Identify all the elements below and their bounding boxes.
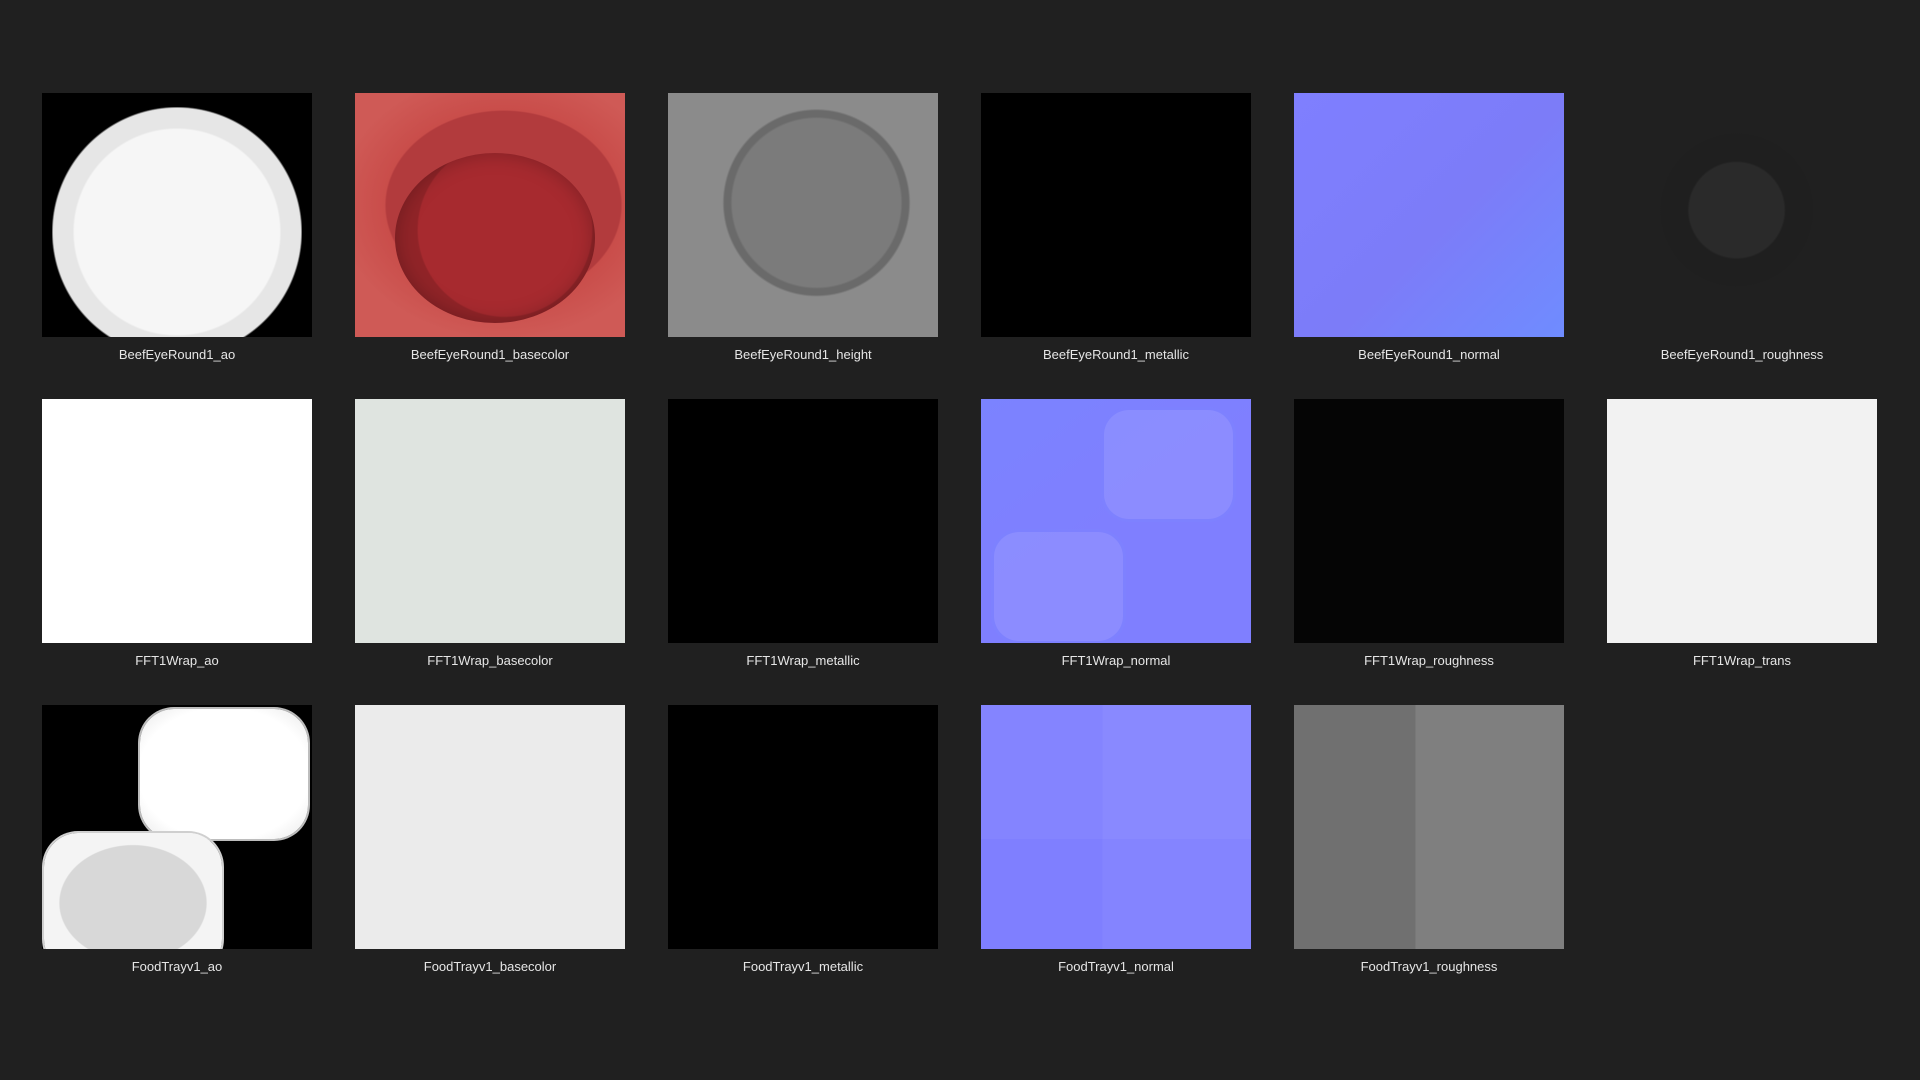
file-tile[interactable]: FFT1Wrap_metallic [668,399,938,669]
file-name: BeefEyeRound1_height [734,347,872,362]
thumbnail-image [981,705,1251,949]
file-tile[interactable]: FoodTrayv1_normal [981,705,1251,975]
thumbnail-image [42,399,312,643]
thumbnail-image [981,93,1251,337]
file-name: BeefEyeRound1_roughness [1660,347,1824,362]
file-name: FFT1Wrap_normal [1061,653,1171,668]
thumbnail-image [1607,93,1877,337]
file-name: FFT1Wrap_roughness [1364,653,1494,668]
file-tile[interactable]: FoodTrayv1_ao [42,705,312,975]
file-tile[interactable]: FFT1Wrap_ao [42,399,312,669]
thumbnail-image [668,93,938,337]
file-tile[interactable]: BeefEyeRound1_basecolor [355,93,625,363]
file-name: BeefEyeRound1_normal [1358,347,1500,362]
file-name: FFT1Wrap_trans [1692,653,1791,668]
file-name: FFT1Wrap_basecolor [427,653,553,668]
file-name: BeefEyeRound1_basecolor [410,347,570,362]
file-tile[interactable]: BeefEyeRound1_height [668,93,938,363]
file-name: FoodTrayv1_ao [131,959,223,974]
thumbnail-image [355,399,625,643]
file-tile[interactable]: FFT1Wrap_roughness [1294,399,1564,669]
thumbnail-image [1607,399,1877,643]
file-tile[interactable]: FFT1Wrap_normal [981,399,1251,669]
file-tile[interactable]: FFT1Wrap_trans [1607,399,1877,669]
file-name: FFT1Wrap_metallic [746,653,860,668]
file-name: FoodTrayv1_normal [1058,959,1174,974]
thumbnail-image [42,93,312,337]
file-name: FFT1Wrap_ao [135,653,219,668]
file-name: FoodTrayv1_basecolor [423,959,557,974]
thumbnail-image [42,705,312,949]
file-name: BeefEyeRound1_metallic [1043,347,1189,362]
thumbnail-grid: BeefEyeRound1_ao BeefEyeRound1_basecolor… [42,93,1877,975]
file-tile[interactable]: FoodTrayv1_roughness [1294,705,1564,975]
thumbnail-image [1294,705,1564,949]
thumbnail-image [981,399,1251,643]
thumbnail-image [355,705,625,949]
file-tile[interactable]: FFT1Wrap_basecolor [355,399,625,669]
file-name: BeefEyeRound1_ao [118,347,236,362]
file-tile[interactable]: BeefEyeRound1_roughness [1607,93,1877,363]
file-tile[interactable]: FoodTrayv1_basecolor [355,705,625,975]
thumbnail-image [355,93,625,337]
thumbnail-image [1294,399,1564,643]
file-name: FoodTrayv1_roughness [1360,959,1498,974]
file-tile[interactable]: BeefEyeRound1_metallic [981,93,1251,363]
thumbnail-image [1294,93,1564,337]
file-name: FoodTrayv1_metallic [742,959,864,974]
file-tile[interactable]: FoodTrayv1_metallic [668,705,938,975]
thumbnail-image [668,705,938,949]
file-tile[interactable]: BeefEyeRound1_ao [42,93,312,363]
thumbnail-image [668,399,938,643]
file-tile[interactable]: BeefEyeRound1_normal [1294,93,1564,363]
